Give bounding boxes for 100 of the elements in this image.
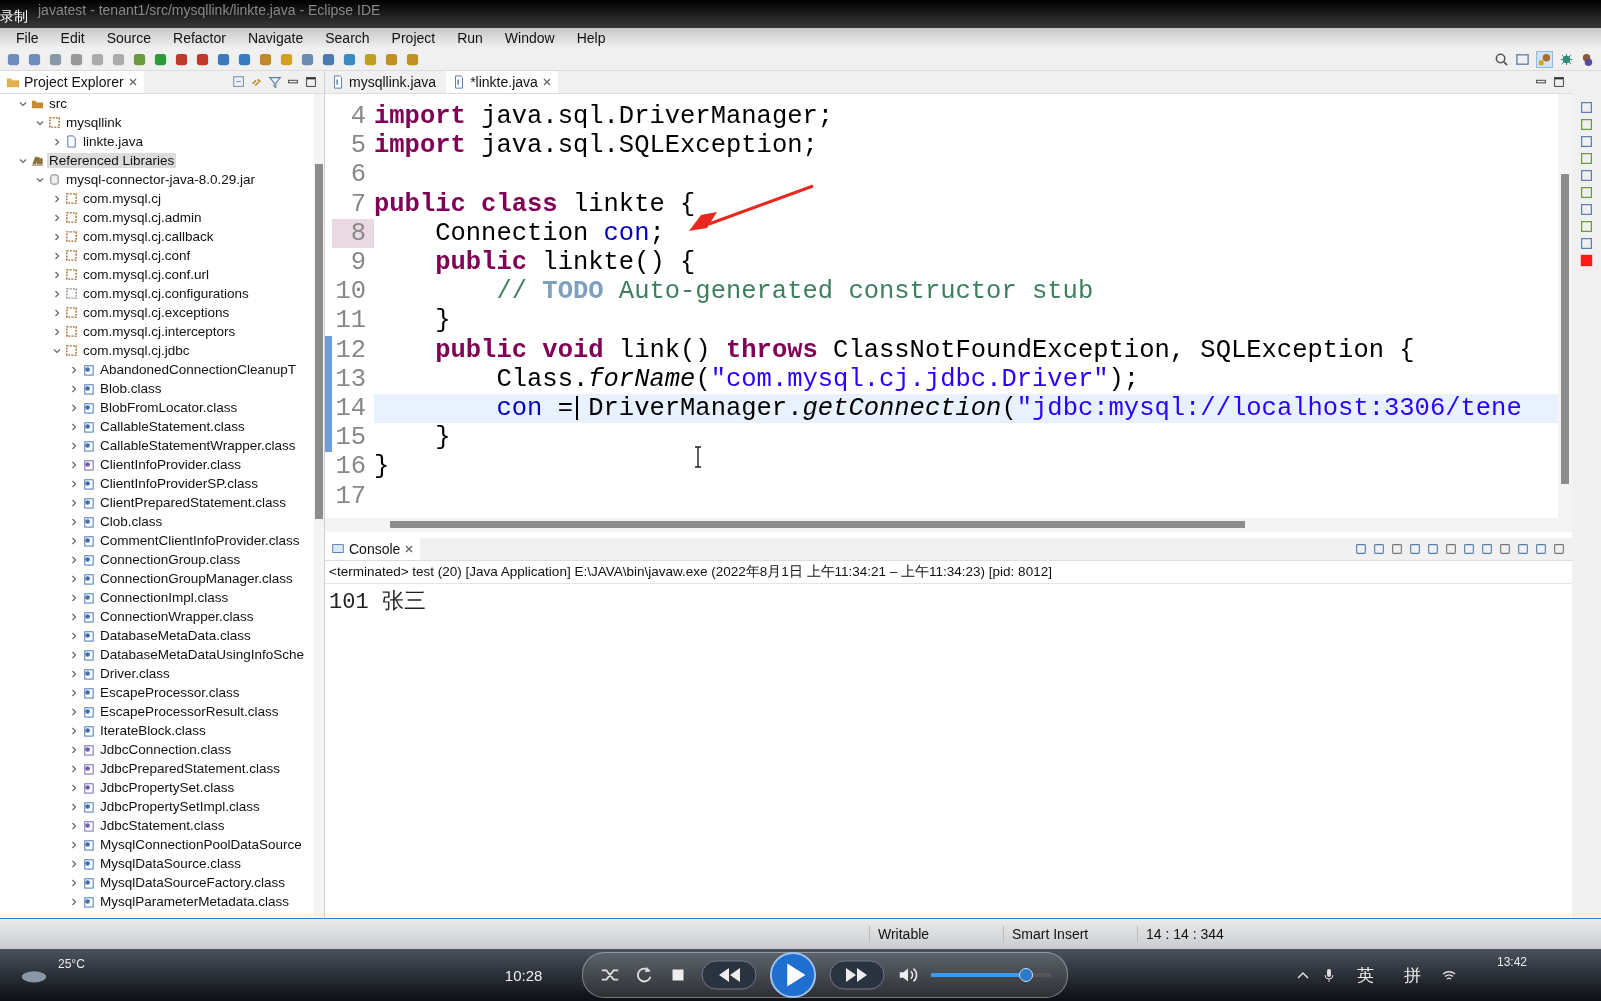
tree-item[interactable]: MysqlDataSource.class xyxy=(98,856,244,871)
tree-item[interactable]: com.mysql.cj.callback xyxy=(81,229,216,244)
view-icon[interactable] xyxy=(1580,203,1593,216)
close-icon[interactable] xyxy=(541,77,552,87)
menu-item[interactable]: Source xyxy=(98,30,160,46)
tree-item[interactable]: ConnectionGroupManager.class xyxy=(98,571,295,586)
project-explorer-tab[interactable]: Project Explorer xyxy=(0,71,144,93)
console-toolbar-icon[interactable] xyxy=(1462,542,1476,556)
tree-item[interactable]: com.mysql.cj.admin xyxy=(81,210,204,225)
tree-item[interactable]: Driver.class xyxy=(98,666,172,681)
tree-item[interactable]: JdbcPropertySetImpl.class xyxy=(98,799,262,814)
console-toolbar-icon[interactable] xyxy=(1354,542,1368,556)
tree-item[interactable]: ClientPreparedStatement.class xyxy=(98,495,289,510)
tree-item[interactable]: com.mysql.cj.conf xyxy=(81,248,193,263)
tree-item[interactable]: ConnectionGroup.class xyxy=(98,552,243,567)
console-toolbar-icon[interactable] xyxy=(1552,542,1566,556)
tree-item[interactable]: AbandonedConnectionCleanupT xyxy=(98,362,298,377)
input-method-indicator[interactable]: 拼 xyxy=(1393,963,1431,987)
maximize-icon[interactable] xyxy=(304,75,318,89)
tree-item[interactable]: com.mysql.cj.jdbc xyxy=(81,343,192,358)
view-icon[interactable] xyxy=(1580,186,1593,199)
view-icon[interactable] xyxy=(1580,220,1593,233)
tree-item[interactable]: mysqllink xyxy=(64,115,124,130)
editor-tab[interactable]: mysqllink.java xyxy=(325,71,443,93)
tree-item[interactable]: Clob.class xyxy=(98,514,165,529)
tree-item[interactable]: BlobFromLocator.class xyxy=(98,400,240,415)
rewind-button[interactable] xyxy=(701,960,758,990)
tree-item[interactable]: com.mysql.cj xyxy=(81,191,163,206)
toolbar-icon[interactable] xyxy=(384,51,399,67)
tree-item[interactable]: JdbcPreparedStatement.class xyxy=(98,761,283,776)
tree-item[interactable]: src xyxy=(47,96,69,111)
toolbar-icon[interactable] xyxy=(195,51,210,67)
tree-item[interactable]: JdbcStatement.class xyxy=(98,818,227,833)
tree-item[interactable]: ClientInfoProviderSP.class xyxy=(98,476,261,491)
toolbar-icon[interactable] xyxy=(405,51,420,67)
filter-icon[interactable] xyxy=(268,75,282,89)
menu-item[interactable]: File xyxy=(8,30,47,46)
console-toolbar-icon[interactable] xyxy=(1426,542,1440,556)
toolbar-icon[interactable] xyxy=(342,51,357,67)
toolbar-icon[interactable] xyxy=(6,51,21,67)
scrollbar-thumb[interactable] xyxy=(390,521,1245,528)
tree-item[interactable]: CallableStatementWrapper.class xyxy=(98,438,298,453)
tree-item[interactable]: DatabaseMetaDataUsingInfoSche xyxy=(98,647,307,662)
toolbar-icon[interactable] xyxy=(69,51,84,67)
toolbar-icon[interactable] xyxy=(258,51,273,67)
console-tab[interactable]: Console xyxy=(325,538,421,560)
toolbar-icon[interactable] xyxy=(321,51,336,67)
console-toolbar-icon[interactable] xyxy=(1444,542,1458,556)
close-icon[interactable] xyxy=(127,77,138,87)
toolbar-icon[interactable] xyxy=(300,51,315,67)
tree-item[interactable]: ConnectionImpl.class xyxy=(98,590,231,605)
toolbar-icon[interactable] xyxy=(153,51,168,67)
bug-icon[interactable] xyxy=(1559,51,1574,67)
view-icon[interactable] xyxy=(1580,237,1593,250)
view-icon[interactable] xyxy=(1580,118,1593,131)
menu-item[interactable]: Edit xyxy=(52,30,93,46)
toolbar-icon[interactable] xyxy=(90,51,105,67)
tree-item[interactable]: IterateBlock.class xyxy=(98,723,208,738)
search-icon[interactable] xyxy=(1494,51,1509,67)
toolbar-icon[interactable] xyxy=(27,51,42,67)
input-method-indicator[interactable]: 英 xyxy=(1346,963,1384,987)
console-toolbar-icon[interactable] xyxy=(1390,542,1404,556)
console-toolbar-icon[interactable] xyxy=(1534,542,1548,556)
tree-item[interactable]: com.mysql.cj.exceptions xyxy=(81,305,232,320)
tree-item[interactable]: Referenced Libraries xyxy=(47,153,177,168)
tree-item[interactable]: CommentClientInfoProvider.class xyxy=(98,533,302,548)
maximize-icon[interactable] xyxy=(1552,75,1566,89)
console-toolbar-icon[interactable] xyxy=(1516,542,1530,556)
tree-item[interactable]: CallableStatement.class xyxy=(98,419,247,434)
tree-item[interactable]: com.mysql.cj.conf.url xyxy=(81,267,212,282)
tree-item[interactable]: MysqlDataSourceFactory.class xyxy=(98,875,288,890)
tree-item[interactable]: DatabaseMetaData.class xyxy=(98,628,253,643)
play-button[interactable] xyxy=(769,951,818,999)
toolbar-icon[interactable] xyxy=(363,51,378,67)
toolbar-icon[interactable] xyxy=(237,51,252,67)
console-toolbar-icon[interactable] xyxy=(1372,542,1386,556)
tree-item[interactable]: mysql-connector-java-8.0.29.jar xyxy=(64,172,258,187)
view-icon[interactable] xyxy=(1580,169,1593,182)
view-icon[interactable] xyxy=(1580,101,1593,114)
tree-item[interactable]: MysqlParameterMetadata.class xyxy=(98,894,292,909)
view-icon[interactable] xyxy=(1580,152,1593,165)
tree-item[interactable]: com.mysql.cj.configurations xyxy=(81,286,251,301)
menu-item[interactable]: Navigate xyxy=(239,30,312,46)
toolbar-icon[interactable] xyxy=(111,51,126,67)
menu-item[interactable]: Run xyxy=(449,30,491,46)
scrollbar-thumb[interactable] xyxy=(1561,174,1569,484)
tree-item[interactable]: MysqlConnectionPoolDataSource xyxy=(98,837,304,852)
menu-item[interactable]: Window xyxy=(496,30,563,46)
view-icon[interactable] xyxy=(1580,135,1593,148)
console-toolbar-icon[interactable] xyxy=(1498,542,1512,556)
tree-item[interactable]: EscapeProcessorResult.class xyxy=(98,704,281,719)
tree-item[interactable]: com.mysql.cj.interceptors xyxy=(81,324,238,339)
tree-item[interactable]: JdbcPropertySet.class xyxy=(98,780,237,795)
tree-item[interactable]: Blob.class xyxy=(98,381,164,396)
console-toolbar-icon[interactable] xyxy=(1480,542,1494,556)
fast-forward-button[interactable] xyxy=(829,960,886,990)
toolbar-icon[interactable] xyxy=(132,51,147,67)
editor-tab[interactable]: *linkte.java xyxy=(446,71,558,93)
collapse-all-icon[interactable] xyxy=(232,75,246,89)
toolbar-icon[interactable] xyxy=(174,51,189,67)
